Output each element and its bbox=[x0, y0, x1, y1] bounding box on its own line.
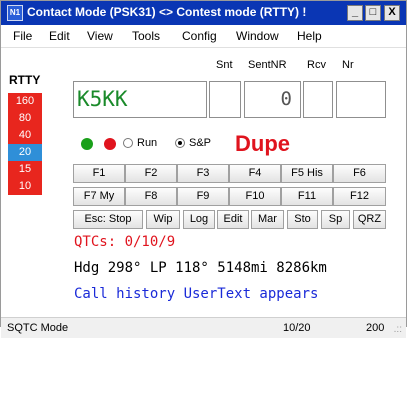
menu-config[interactable]: Config bbox=[182, 29, 217, 43]
f12-button[interactable]: F12 bbox=[333, 187, 386, 206]
f1-button[interactable]: F1 bbox=[73, 164, 125, 183]
call-input[interactable]: K5KK bbox=[73, 81, 207, 118]
heading-info: Hdg 298° LP 118° 5148mi 8286km bbox=[74, 260, 327, 276]
band-list: 160 80 40 20 15 10 bbox=[8, 93, 42, 195]
menu-window[interactable]: Window bbox=[236, 29, 279, 43]
band-40[interactable]: 40 bbox=[8, 127, 42, 144]
f10-button[interactable]: F10 bbox=[229, 187, 281, 206]
edit-button[interactable]: Edit bbox=[217, 210, 249, 229]
rcv-input[interactable] bbox=[303, 81, 333, 118]
sp-button[interactable]: Sp bbox=[321, 210, 350, 229]
log-button[interactable]: Log bbox=[183, 210, 215, 229]
status-value: 200 bbox=[366, 322, 385, 334]
window-title: Contact Mode (PSK31) <> Contest mode (RT… bbox=[27, 5, 307, 19]
band-80[interactable]: 80 bbox=[8, 110, 42, 127]
rcv-label: Rcv bbox=[307, 59, 326, 71]
f7-button[interactable]: F7 My bbox=[73, 187, 125, 206]
menu-view[interactable]: View bbox=[87, 29, 113, 43]
maximize-button[interactable]: □ bbox=[365, 5, 381, 21]
run-label: Run bbox=[137, 137, 158, 149]
f11-button[interactable]: F11 bbox=[281, 187, 333, 206]
mar-button[interactable]: Mar bbox=[251, 210, 284, 229]
mode-label: RTTY bbox=[9, 73, 41, 87]
snt-label: Snt bbox=[216, 59, 233, 71]
f8-button[interactable]: F8 bbox=[125, 187, 177, 206]
app-icon: N1 bbox=[7, 5, 23, 21]
menu-file[interactable]: File bbox=[13, 29, 32, 43]
f3-button[interactable]: F3 bbox=[177, 164, 229, 183]
wip-button[interactable]: Wip bbox=[146, 210, 180, 229]
esc-stop-button[interactable]: Esc: Stop bbox=[73, 210, 143, 229]
contest-window: N1 Contact Mode (PSK31) <> Contest mode … bbox=[0, 0, 407, 338]
green-status-icon bbox=[81, 138, 93, 150]
snt-input[interactable] bbox=[209, 81, 241, 118]
f6-button[interactable]: F6 bbox=[333, 164, 386, 183]
sentnr-label: SentNR bbox=[248, 59, 287, 71]
sp-label: S&P bbox=[189, 137, 212, 149]
status-mode: SQTC Mode bbox=[7, 322, 69, 334]
band-10[interactable]: 10 bbox=[8, 178, 42, 195]
run-radio[interactable] bbox=[123, 138, 133, 148]
sp-radio[interactable] bbox=[175, 138, 185, 148]
menu-help[interactable]: Help bbox=[297, 29, 322, 43]
title-bar[interactable]: N1 Contact Mode (PSK31) <> Contest mode … bbox=[1, 1, 406, 25]
qrz-button[interactable]: QRZ bbox=[353, 210, 386, 229]
dupe-indicator: Dupe bbox=[235, 131, 290, 156]
f5-button[interactable]: F5 His bbox=[281, 164, 333, 183]
sentnr-input[interactable]: 0 bbox=[244, 81, 301, 118]
f9-button[interactable]: F9 bbox=[177, 187, 229, 206]
f2-button[interactable]: F2 bbox=[125, 164, 177, 183]
status-count: 10/20 bbox=[283, 322, 311, 334]
minimize-button[interactable]: _ bbox=[347, 5, 363, 21]
resize-grip-icon[interactable]: .:: bbox=[394, 324, 402, 335]
red-status-icon bbox=[104, 138, 116, 150]
nr-label: Nr bbox=[342, 59, 354, 71]
f4-button[interactable]: F4 bbox=[229, 164, 281, 183]
nr-input[interactable] bbox=[336, 81, 386, 118]
band-160[interactable]: 160 bbox=[8, 93, 42, 110]
menu-tools[interactable]: Tools bbox=[132, 29, 160, 43]
menu-bar: File Edit View Tools Config Window Help bbox=[1, 25, 406, 48]
band-20[interactable]: 20 bbox=[8, 144, 42, 161]
band-15[interactable]: 15 bbox=[8, 161, 42, 178]
sto-button[interactable]: Sto bbox=[287, 210, 318, 229]
close-button[interactable]: X bbox=[384, 5, 400, 21]
qtcs-status: QTCs: 0/10/9 bbox=[74, 234, 176, 250]
call-history-text: Call history UserText appears bbox=[74, 286, 319, 302]
status-bar: SQTC Mode 10/20 200 .:: bbox=[1, 317, 406, 338]
menu-edit[interactable]: Edit bbox=[49, 29, 70, 43]
